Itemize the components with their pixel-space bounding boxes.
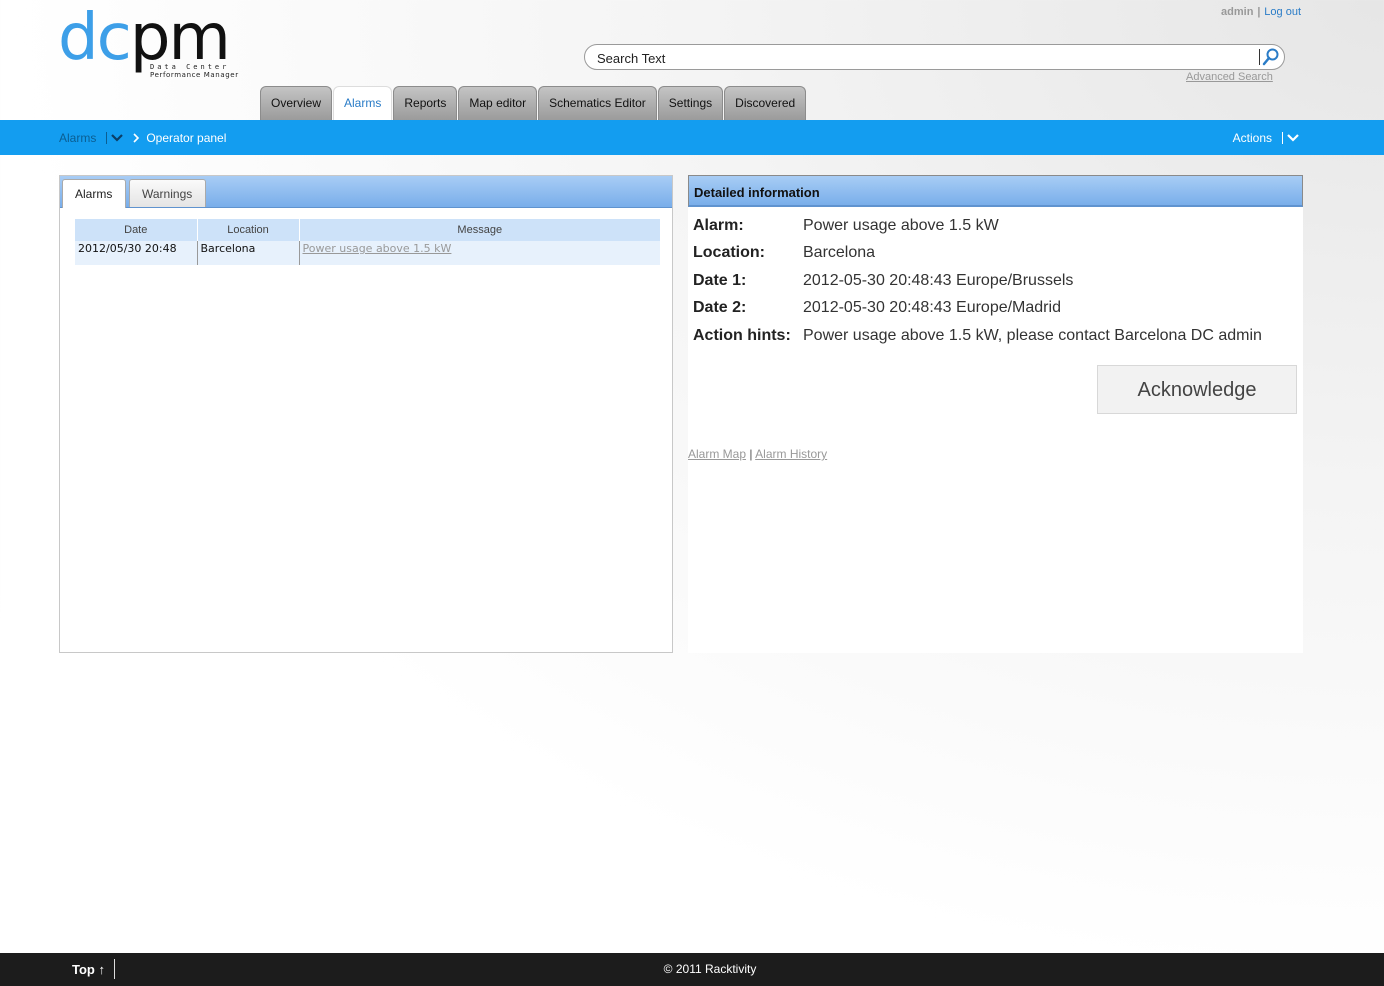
detail-label: Date 1: bbox=[693, 271, 747, 289]
chevron-down-icon[interactable] bbox=[1286, 132, 1300, 144]
detail-label: Location: bbox=[693, 244, 765, 262]
column-header-location[interactable]: Location bbox=[197, 219, 300, 241]
acknowledge-button[interactable]: Acknowledge bbox=[1097, 365, 1297, 414]
search-divider bbox=[1259, 49, 1260, 65]
tab-alarms-list[interactable]: Alarms bbox=[62, 179, 126, 208]
logo-subtitle-2: Performance Manager bbox=[150, 71, 239, 79]
alarm-message-link[interactable]: Power usage above 1.5 kW bbox=[303, 242, 452, 255]
actions-menu[interactable]: Actions bbox=[1233, 131, 1300, 145]
tab-warnings-list[interactable]: Warnings bbox=[129, 179, 206, 207]
detail-panel: Detailed information Alarm: Power usage a… bbox=[688, 175, 1303, 653]
alarms-table: Date Location Message 2012/05/30 20:48 B… bbox=[75, 219, 660, 265]
user-separator: | bbox=[1257, 6, 1261, 18]
search-button[interactable] bbox=[1261, 47, 1281, 67]
detail-row-date1: Date 1: 2012-05-30 20:48:43 Europe/Brusse… bbox=[693, 272, 1262, 299]
detail-fields: Alarm: Power usage above 1.5 kW Location:… bbox=[693, 217, 1262, 354]
breadcrumb-alarms[interactable]: Alarms bbox=[59, 131, 96, 145]
breadcrumb: Alarms Operator panel bbox=[59, 131, 226, 145]
link-separator: | bbox=[749, 447, 753, 461]
logo-subtitle-1: Data Center bbox=[150, 63, 230, 71]
detail-row-alarm: Alarm: Power usage above 1.5 kW bbox=[693, 217, 1262, 244]
logout-link[interactable]: Log out bbox=[1264, 6, 1301, 18]
detail-value: Power usage above 1.5 kW, please contact… bbox=[803, 326, 1262, 344]
tab-discovered[interactable]: Discovered bbox=[724, 86, 807, 120]
cell-date: 2012/05/30 20:48 bbox=[75, 241, 198, 265]
breadcrumb-operator-panel: Operator panel bbox=[146, 131, 227, 145]
tab-alarms[interactable]: Alarms bbox=[333, 86, 393, 120]
alarms-panel: Alarms Warnings Date Location Message 20… bbox=[59, 175, 673, 653]
user-bar: admin | Log out bbox=[1221, 6, 1301, 18]
column-header-date[interactable]: Date bbox=[75, 219, 198, 241]
alarms-panel-tabbar: Alarms Warnings bbox=[60, 176, 672, 208]
detail-row-date2: Date 2: 2012-05-30 20:48:43 Europe/Madrid bbox=[693, 299, 1262, 326]
advanced-search-link[interactable]: Advanced Search bbox=[1186, 71, 1273, 83]
alarm-history-link[interactable]: Alarm History bbox=[755, 447, 827, 461]
username: admin bbox=[1221, 6, 1254, 18]
footer: Top ↑ © 2011 Racktivity bbox=[0, 953, 1384, 986]
search-box bbox=[584, 44, 1285, 70]
detail-value: 2012-05-30 20:48:43 Europe/Brussels bbox=[803, 271, 1074, 289]
detail-links: Alarm Map | Alarm History bbox=[688, 447, 827, 461]
chevron-down-icon[interactable] bbox=[110, 132, 124, 144]
chevron-right-icon bbox=[133, 133, 140, 143]
tab-overview[interactable]: Overview bbox=[260, 86, 333, 120]
cell-message: Power usage above 1.5 kW bbox=[299, 241, 660, 265]
search-input[interactable] bbox=[595, 49, 1259, 67]
alarm-map-link[interactable]: Alarm Map bbox=[688, 447, 746, 461]
tab-reports[interactable]: Reports bbox=[393, 86, 458, 120]
detail-label: Alarm: bbox=[693, 217, 744, 234]
detail-row-action-hints: Action hints: Power usage above 1.5 kW, p… bbox=[693, 327, 1262, 354]
tab-settings[interactable]: Settings bbox=[657, 86, 724, 120]
detail-value: Power usage above 1.5 kW bbox=[803, 217, 999, 234]
table-row[interactable]: 2012/05/30 20:48 Barcelona Power usage a… bbox=[75, 241, 660, 265]
actions-divider bbox=[1282, 132, 1283, 144]
header: dcpm Data Center Performance Manager adm… bbox=[0, 0, 1384, 120]
detail-row-location: Location: Barcelona bbox=[693, 244, 1262, 271]
column-header-message[interactable]: Message bbox=[299, 219, 660, 241]
breadcrumb-divider bbox=[106, 132, 108, 144]
detail-value: 2012-05-30 20:48:43 Europe/Madrid bbox=[803, 299, 1061, 317]
tab-schematics-editor[interactable]: Schematics Editor bbox=[538, 86, 657, 120]
dcpm-logo[interactable]: dcpm Data Center Performance Manager bbox=[58, 2, 248, 80]
copyright: © 2011 Racktivity bbox=[663, 962, 757, 976]
detail-label: Date 2: bbox=[693, 299, 747, 317]
main-tabs: Overview Alarms Reports Map editor Schem… bbox=[260, 86, 807, 120]
table-header-row: Date Location Message bbox=[75, 219, 660, 241]
actions-label[interactable]: Actions bbox=[1233, 131, 1272, 145]
logo-dc: dc bbox=[58, 1, 132, 75]
detail-label: Action hints: bbox=[693, 326, 791, 344]
tab-map-editor[interactable]: Map editor bbox=[458, 86, 538, 120]
detail-title: Detailed information bbox=[688, 175, 1303, 207]
cell-location: Barcelona bbox=[197, 241, 300, 265]
breadcrumb-bar: Alarms Operator panel Actions bbox=[0, 120, 1384, 155]
detail-value: Barcelona bbox=[803, 244, 876, 262]
search-icon bbox=[1262, 48, 1279, 66]
